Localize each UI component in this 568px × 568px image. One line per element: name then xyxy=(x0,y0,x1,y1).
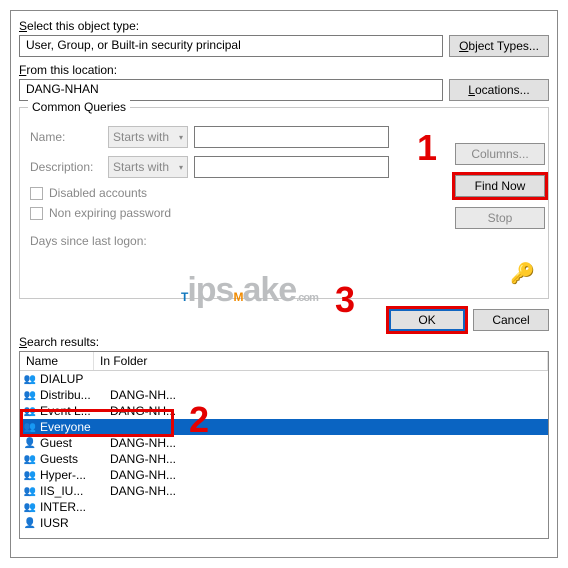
result-name: INTER... xyxy=(40,500,108,514)
group-icon: 👥 xyxy=(22,500,38,514)
description-filter-input[interactable] xyxy=(194,156,389,178)
from-location-label: From this location: xyxy=(19,63,549,77)
combo-text: Starts with xyxy=(113,160,169,174)
result-name: Guest xyxy=(40,436,108,450)
result-row[interactable]: 👥Hyper-...DANG-NH... xyxy=(20,467,548,483)
result-folder: DANG-NH... xyxy=(110,452,176,466)
group-icon: 👥 xyxy=(22,452,38,466)
result-folder: DANG-NH... xyxy=(110,436,176,450)
result-row[interactable]: 👤IUSR xyxy=(20,515,548,531)
result-name: Guests xyxy=(40,452,108,466)
result-row[interactable]: 👥Distribu...DANG-NH... xyxy=(20,387,548,403)
disabled-accounts-label: Disabled accounts xyxy=(49,186,147,200)
nonexpiring-checkbox[interactable] xyxy=(30,207,43,220)
ok-button[interactable]: OK xyxy=(389,309,465,331)
col-name[interactable]: Name xyxy=(20,352,94,370)
description-startswith-combo[interactable]: Starts with ▾ xyxy=(108,156,188,178)
group-icon: 👥 xyxy=(22,468,38,482)
result-folder: DANG-NH... xyxy=(110,388,176,402)
result-name: IIS_IU... xyxy=(40,484,108,498)
disabled-accounts-checkbox[interactable] xyxy=(30,187,43,200)
name-filter-input[interactable] xyxy=(194,126,389,148)
combo-text: Starts with xyxy=(113,130,169,144)
result-name: DIALUP xyxy=(40,372,108,386)
annotation-1: 1 xyxy=(417,127,437,169)
find-now-button[interactable]: Find Now xyxy=(455,175,545,197)
annotation-3: 3 xyxy=(335,279,355,321)
object-type-readonly: User, Group, or Built-in security princi… xyxy=(19,35,443,57)
result-row[interactable]: 👥Event L...DANG-NH... xyxy=(20,403,548,419)
result-name: Everyone xyxy=(40,420,108,434)
result-name: IUSR xyxy=(40,516,108,530)
user-icon: 👤 xyxy=(22,516,38,530)
chevron-down-icon: ▾ xyxy=(179,163,183,172)
chevron-down-icon: ▾ xyxy=(179,133,183,142)
results-header: Name In Folder xyxy=(20,352,548,371)
result-row[interactable]: 👤GuestDANG-NH... xyxy=(20,435,548,451)
result-name: Distribu... xyxy=(40,388,108,402)
group-icon: 👥 xyxy=(22,372,38,386)
group-icon: 👥 xyxy=(22,484,38,498)
search-results-list[interactable]: Name In Folder 👥DIALUP👥Distribu...DANG-N… xyxy=(19,351,549,539)
group-icon: 👥 xyxy=(22,404,38,418)
stop-button: Stop xyxy=(455,207,545,229)
name-filter-label: Name: xyxy=(30,130,102,144)
result-row[interactable]: 👥IIS_IU...DANG-NH... xyxy=(20,483,548,499)
result-folder: DANG-NH... xyxy=(110,404,176,418)
user-icon: 👤 xyxy=(22,436,38,450)
annotation-2: 2 xyxy=(189,399,209,441)
group-icon: 👥 xyxy=(22,420,38,434)
cancel-button[interactable]: Cancel xyxy=(473,309,549,331)
locations-button[interactable]: Locations... xyxy=(449,79,549,101)
result-name: Event L... xyxy=(40,404,108,418)
columns-button[interactable]: Columns... xyxy=(455,143,545,165)
select-users-dialog: Select this object type: User, Group, or… xyxy=(10,10,558,558)
result-folder: DANG-NH... xyxy=(110,468,176,482)
result-name: Hyper-... xyxy=(40,468,108,482)
result-row[interactable]: 👥Everyone xyxy=(20,419,548,435)
name-startswith-combo[interactable]: Starts with ▾ xyxy=(108,126,188,148)
days-logon-label: Days since last logon: xyxy=(30,234,150,248)
common-queries-legend: Common Queries xyxy=(28,100,130,114)
search-key-icon: 🔑 xyxy=(510,261,535,286)
result-folder: DANG-NH... xyxy=(110,484,176,498)
col-infolder[interactable]: In Folder xyxy=(94,352,548,370)
result-row[interactable]: 👥INTER... xyxy=(20,499,548,515)
search-results-label: Search results: xyxy=(19,335,549,349)
object-types-button[interactable]: Object Types... xyxy=(449,35,549,57)
result-row[interactable]: 👥GuestsDANG-NH... xyxy=(20,451,548,467)
result-row[interactable]: 👥DIALUP xyxy=(20,371,548,387)
nonexpiring-label: Non expiring password xyxy=(49,206,171,220)
select-object-type-label: Select this object type: xyxy=(19,19,549,33)
description-filter-label: Description: xyxy=(30,160,102,174)
group-icon: 👥 xyxy=(22,388,38,402)
location-readonly: DANG-NHAN xyxy=(19,79,443,101)
